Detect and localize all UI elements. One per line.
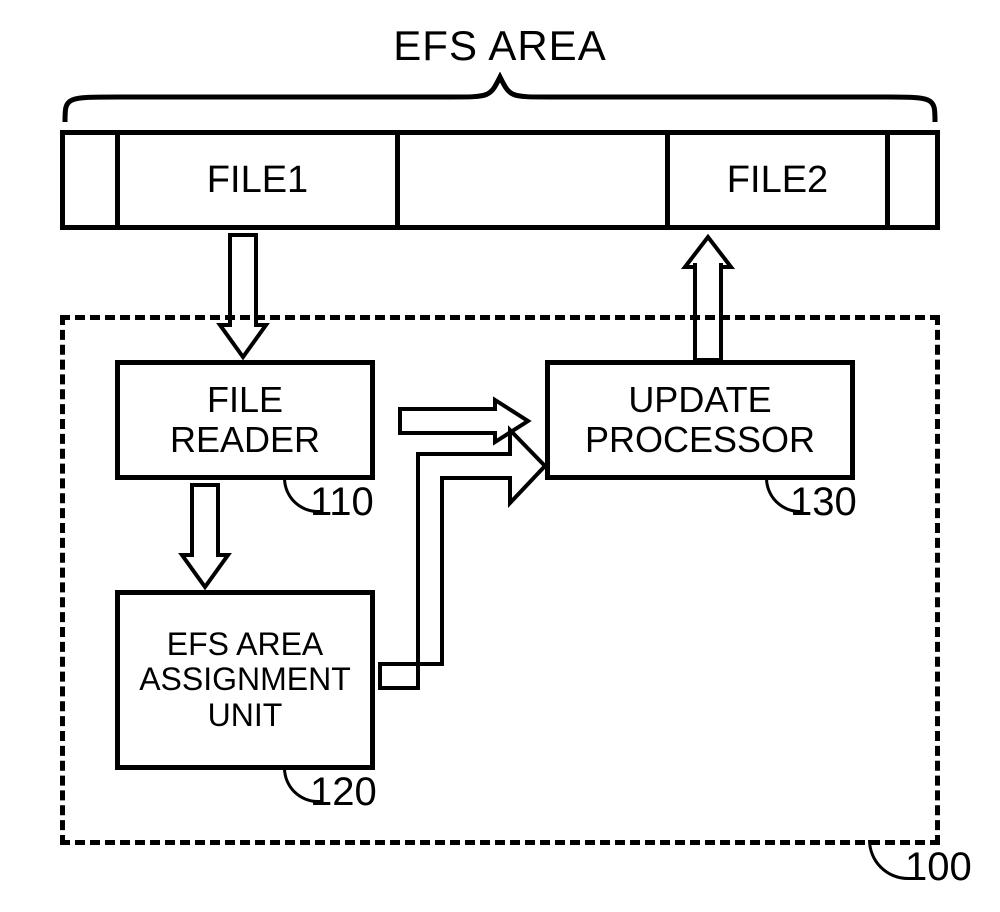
efs-unit-label-2: ASSIGNMENT xyxy=(139,662,351,697)
ref-num-130: 130 xyxy=(790,480,857,525)
efs-area-bar: FILE1 FILE2 xyxy=(60,130,940,230)
ref-num-120: 120 xyxy=(310,770,377,815)
file-reader-block: FILE READER xyxy=(115,360,375,480)
file-reader-label-2: READER xyxy=(170,420,320,460)
efs-segment-tail xyxy=(890,135,935,225)
efs-unit-label-3: UNIT xyxy=(208,698,283,733)
efs-segment-file1: FILE1 xyxy=(120,135,400,225)
diagram-canvas: EFS AREA FILE1 FILE2 FILE READER xyxy=(0,0,1000,912)
efs-assignment-unit-block: EFS AREA ASSIGNMENT UNIT xyxy=(115,590,375,770)
curly-brace-icon xyxy=(60,72,940,124)
arrow-reader-to-efsunit-icon xyxy=(180,485,230,590)
file-reader-label-1: FILE xyxy=(207,380,283,420)
efs-segment-file2: FILE2 xyxy=(670,135,890,225)
efs-segment-empty xyxy=(65,135,120,225)
arrow-efsunit-to-update-icon xyxy=(380,448,550,698)
update-proc-label-2: PROCESSOR xyxy=(585,420,815,460)
update-proc-label-1: UPDATE xyxy=(628,380,771,420)
update-processor-block: UPDATE PROCESSOR xyxy=(545,360,855,480)
diagram-title: EFS AREA xyxy=(350,22,650,70)
ref-num-110: 110 xyxy=(310,480,374,525)
efs-unit-label-1: EFS AREA xyxy=(167,627,324,662)
ref-num-100: 100 xyxy=(905,845,972,890)
efs-segment-gap xyxy=(400,135,670,225)
